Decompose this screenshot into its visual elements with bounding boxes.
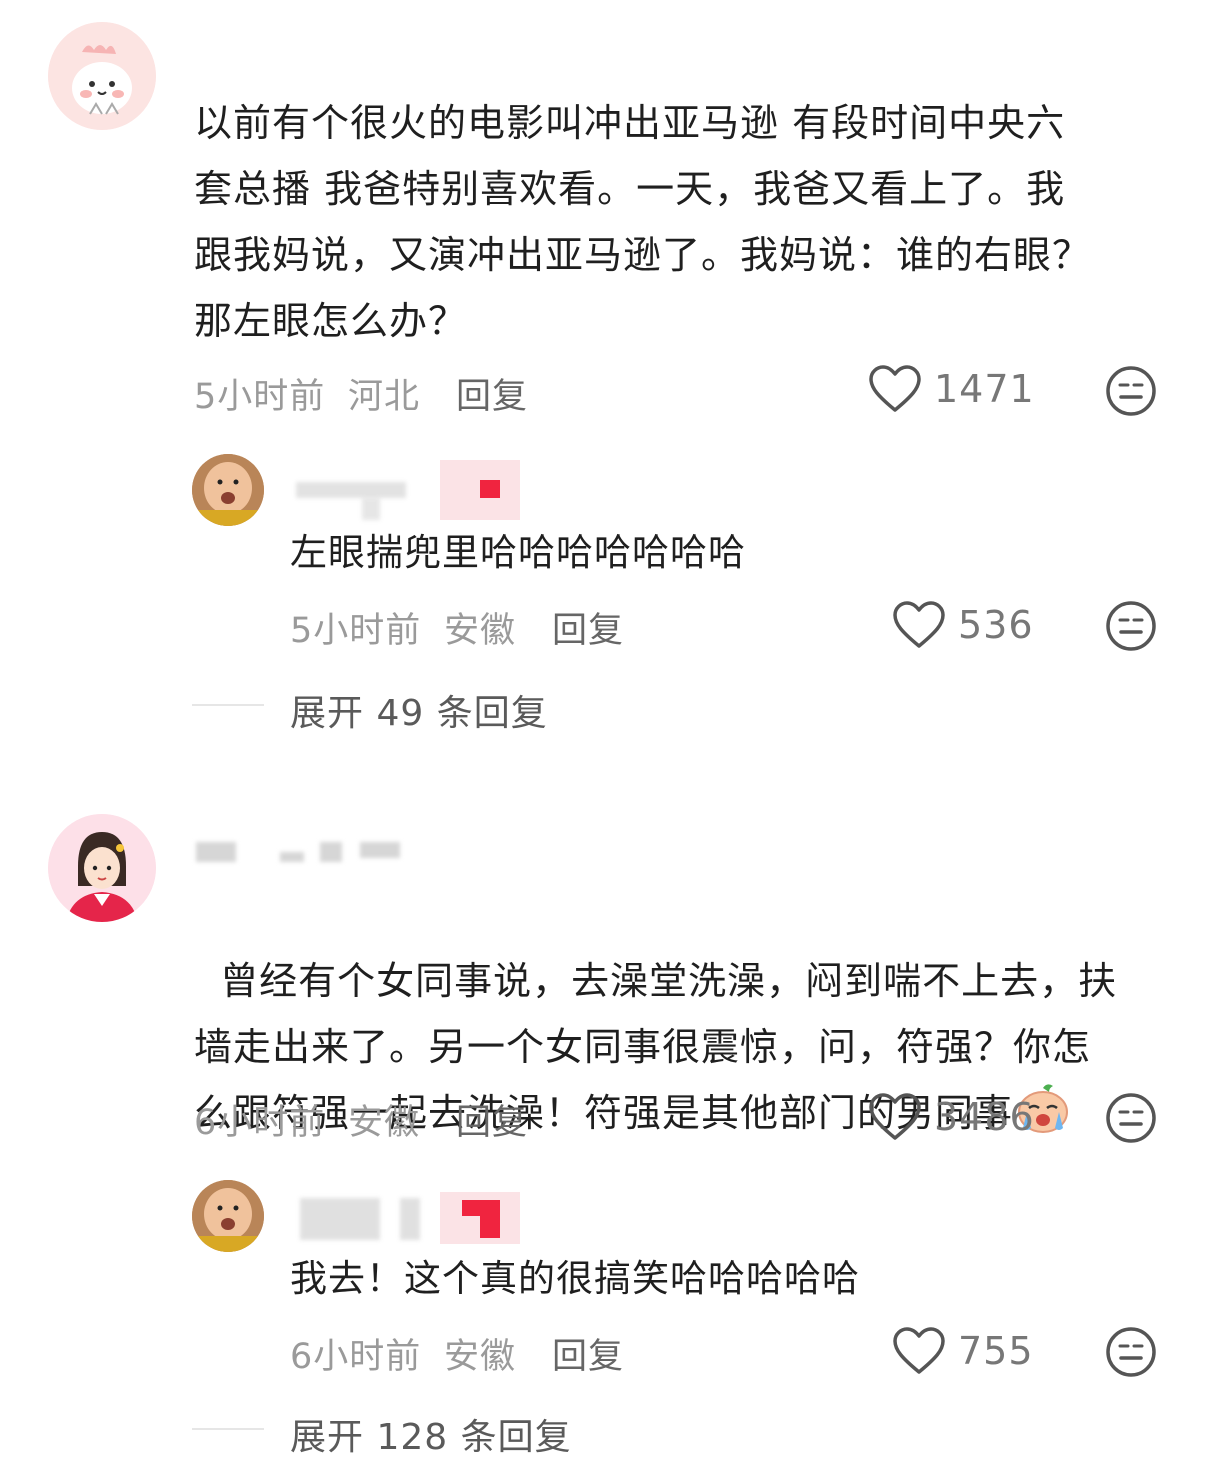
reply-button[interactable]: 回复 — [552, 602, 624, 653]
reply-button[interactable]: 回复 — [552, 1328, 624, 1379]
username-redacted — [300, 1198, 380, 1240]
heart-outline-icon — [869, 1093, 921, 1140]
girl-avatar-icon — [48, 814, 156, 922]
username-redacted — [320, 842, 342, 862]
comment-location: 安徽 — [348, 1103, 421, 1143]
expand-divider — [192, 704, 264, 706]
comment-time: 6小时前 — [194, 1103, 326, 1143]
like-count: 755 — [958, 1329, 1034, 1373]
meh-face-icon[interactable] — [1105, 600, 1157, 652]
baby-avatar-icon — [192, 454, 264, 526]
heart-outline-icon — [893, 601, 945, 648]
reply-time: 5小时前 — [290, 611, 422, 651]
like-button[interactable]: 1471 — [868, 364, 1035, 414]
username-redacted — [280, 852, 304, 862]
reply-time: 6小时前 — [290, 1337, 422, 1377]
avatar[interactable] — [48, 22, 156, 130]
avatar[interactable] — [48, 814, 156, 922]
username-redacted — [360, 842, 400, 858]
expand-replies-button[interactable]: 展开 49 条回复 — [290, 684, 548, 736]
author-badge-mark — [480, 1200, 500, 1238]
like-count: 1471 — [934, 367, 1035, 411]
username-redacted-part — [362, 498, 380, 520]
reply-location: 安徽 — [444, 1337, 517, 1377]
expand-divider — [192, 1428, 264, 1430]
expand-replies-button[interactable]: 展开 128 条回复 — [290, 1408, 572, 1460]
like-button[interactable]: 536 — [892, 600, 1034, 650]
comment-text: 曾经有个女同事说，去澡堂洗澡，闷到喘不上去，扶 墙走出来了。另一个女同事很震惊，… — [194, 882, 1184, 1146]
reply-button[interactable]: 回复 — [456, 368, 528, 419]
meh-face-icon[interactable] — [1105, 365, 1157, 417]
comment-location: 河北 — [348, 377, 421, 417]
heart-outline-icon — [869, 365, 921, 412]
reply-location: 安徽 — [444, 611, 517, 651]
reply-avatar[interactable] — [192, 454, 264, 526]
reply-text: 我去！这个真的很搞笑哈哈哈哈哈 — [290, 1257, 860, 1300]
username-redacted — [196, 842, 236, 862]
like-count: 3486 — [934, 1095, 1035, 1139]
meh-face-icon[interactable] — [1105, 1326, 1157, 1378]
baby-avatar-icon — [192, 1180, 264, 1252]
author-badge-mark — [480, 480, 500, 498]
comment-time: 5小时前 — [194, 377, 326, 417]
comment-text: 以前有个很火的电影叫冲出亚马逊 有段时间中央六 套总播 我爸特别喜欢看。一天，我… — [194, 101, 1092, 343]
heart-outline-icon — [893, 1327, 945, 1374]
username-redacted — [296, 482, 406, 498]
reply-text: 左眼揣兜里哈哈哈哈哈哈哈 — [290, 531, 746, 574]
like-button[interactable]: 3486 — [868, 1092, 1035, 1142]
reply-button[interactable]: 回复 — [456, 1094, 528, 1145]
username-redacted — [400, 1198, 420, 1240]
meh-face-icon[interactable] — [1105, 1092, 1157, 1144]
like-button[interactable]: 755 — [892, 1326, 1034, 1376]
like-count: 536 — [958, 603, 1034, 647]
cartoon-avatar-icon — [48, 22, 156, 130]
reply-avatar[interactable] — [192, 1180, 264, 1252]
